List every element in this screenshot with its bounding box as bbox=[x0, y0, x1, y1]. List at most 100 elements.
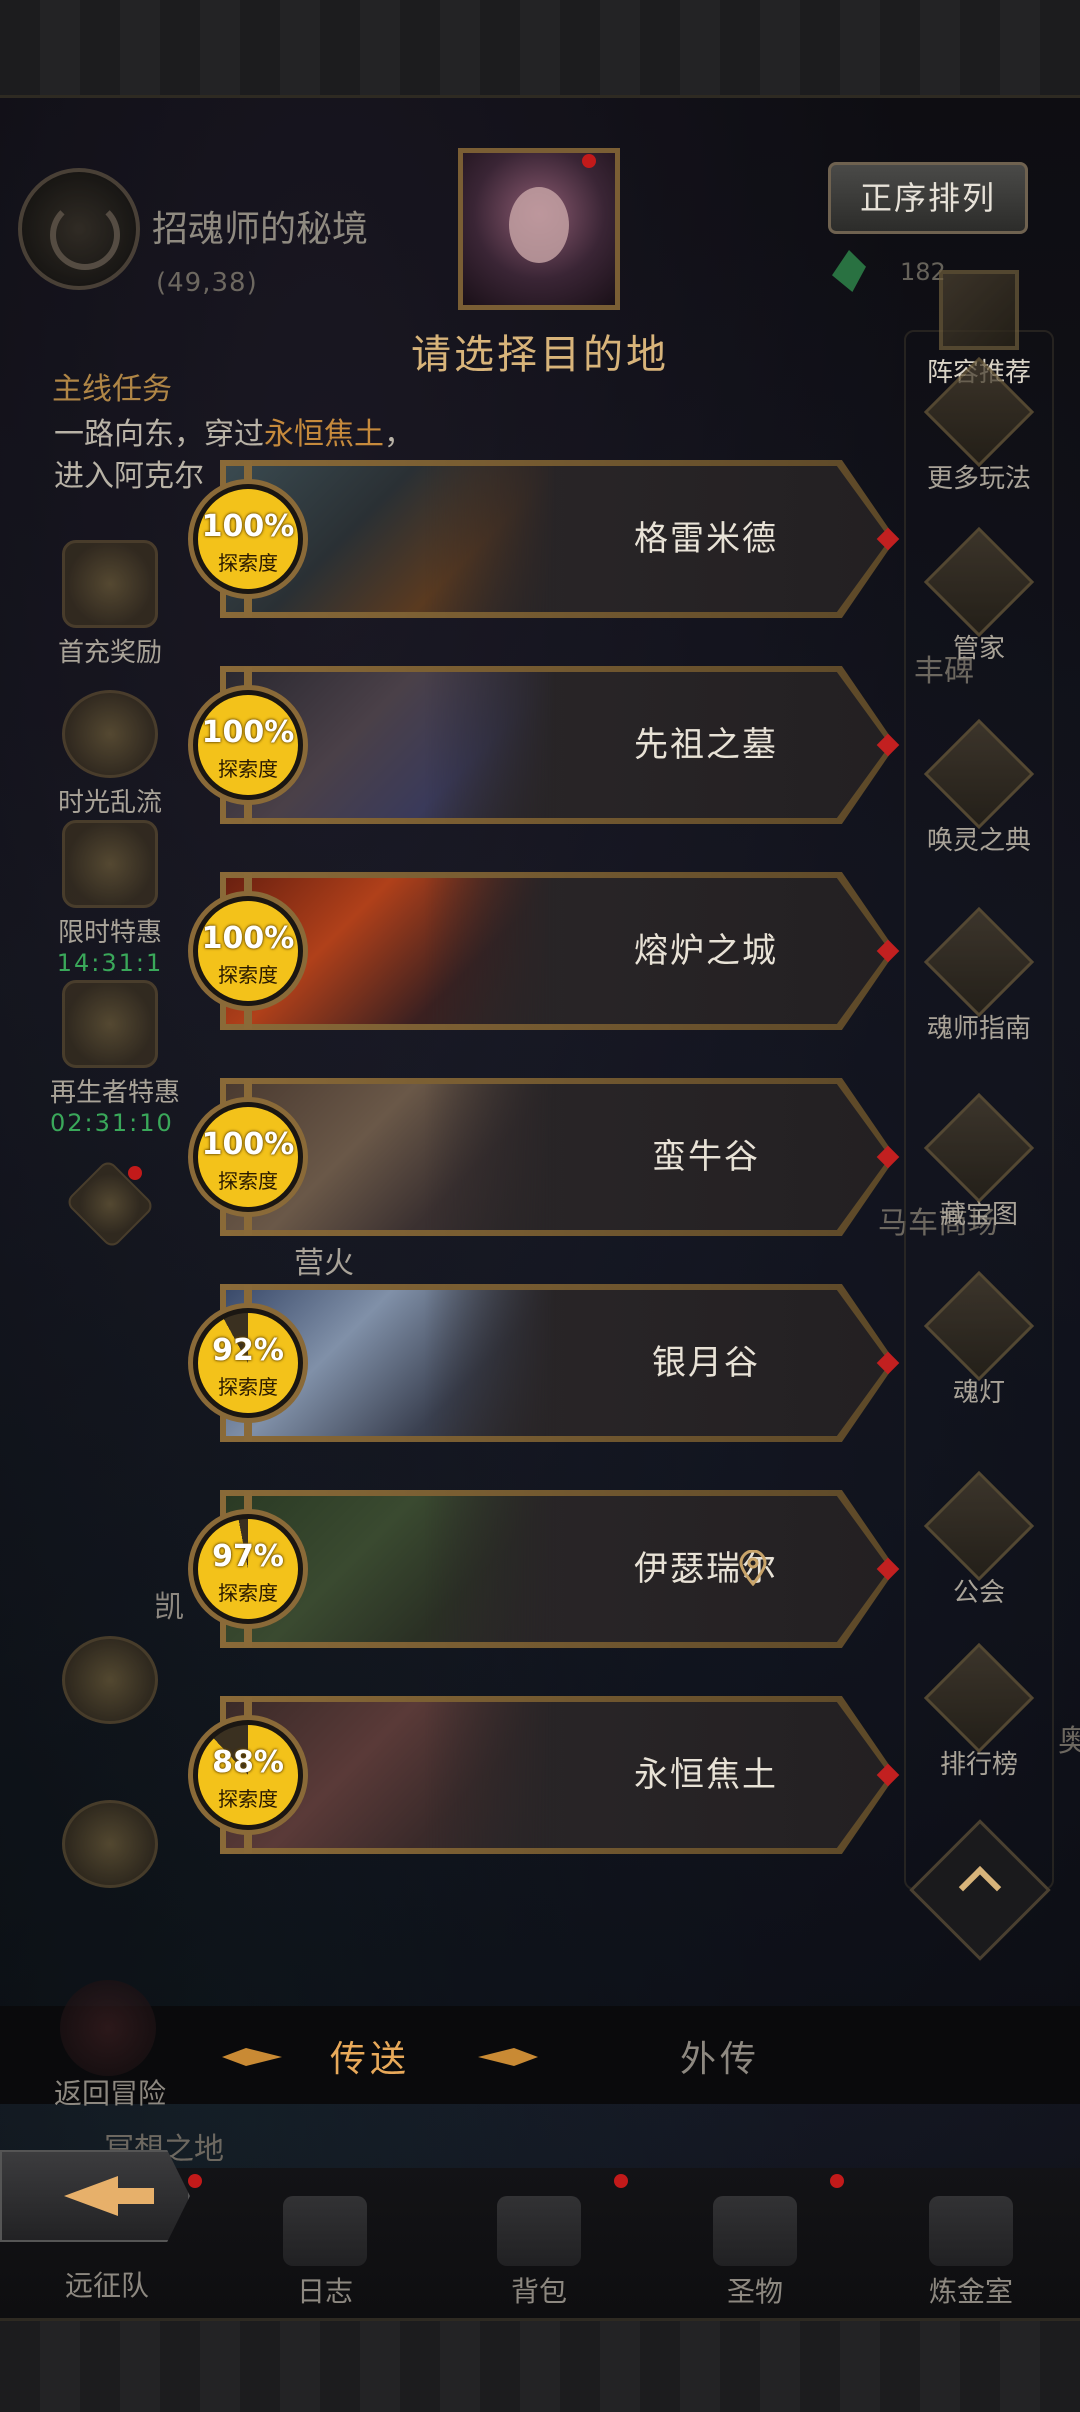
guild-crest-icon bbox=[923, 1470, 1035, 1582]
nav-journal[interactable]: 日志 bbox=[250, 2196, 400, 2310]
progress-percent: 100% bbox=[201, 921, 295, 956]
avatar-face bbox=[509, 187, 569, 263]
progress-label: 探索度 bbox=[218, 1581, 278, 1605]
tab-teleport[interactable]: 传送 bbox=[270, 2030, 470, 2082]
offer-timer: 02:31:10 bbox=[50, 1109, 174, 1137]
avatar-notification-dot bbox=[582, 154, 596, 168]
gift-crate-icon bbox=[923, 356, 1035, 468]
return-adventure-label[interactable]: 返回冒险 bbox=[54, 2072, 166, 2112]
quill-scroll-icon bbox=[923, 526, 1035, 638]
location-pin-icon bbox=[738, 1549, 768, 1587]
backpack-icon bbox=[497, 2196, 581, 2266]
kai-label: 凯 bbox=[154, 1590, 184, 1625]
left-icon-label: 再生者特惠 bbox=[50, 1078, 181, 1108]
nav-label: 日志 bbox=[296, 2275, 353, 2308]
player-avatar[interactable] bbox=[458, 148, 620, 310]
summoning-codex-button[interactable]: 唤灵之典 bbox=[914, 718, 1044, 857]
exploration-progress-badge: 92% 探索度 bbox=[188, 1285, 308, 1441]
trophy-card-icon bbox=[939, 270, 1019, 350]
shield-gift-button[interactable] bbox=[50, 1800, 170, 1888]
edge-label: 奥 bbox=[1058, 1724, 1080, 1759]
guide-badge-icon bbox=[923, 906, 1035, 1018]
destination-card[interactable]: 先祖之墓 bbox=[226, 672, 890, 818]
exploration-progress-badge: 97% 探索度 bbox=[188, 1491, 308, 1647]
quest-text-highlight: 永恒焦土 bbox=[264, 417, 384, 452]
angel-icon bbox=[62, 1636, 158, 1724]
book-icon bbox=[923, 718, 1035, 830]
nav-label: 背包 bbox=[510, 2275, 567, 2308]
destination-name: 熔炉之城 bbox=[634, 931, 778, 971]
progress-percent: 92% bbox=[212, 1333, 284, 1368]
left-icon-label: 限时特惠 bbox=[57, 918, 162, 948]
progress-label: 探索度 bbox=[218, 1375, 278, 1399]
progress-percent: 100% bbox=[201, 715, 295, 750]
notification-dot bbox=[830, 2174, 844, 2188]
nav-label: 炼金室 bbox=[928, 2275, 1013, 2308]
left-icon-label: 首充奖励 bbox=[57, 638, 162, 668]
quest-text-part1: 一路向东，穿过 bbox=[54, 417, 264, 452]
destination-name: 伊瑟瑞尔 bbox=[634, 1549, 778, 1589]
lamp-icon bbox=[923, 1270, 1035, 1382]
relic-icon bbox=[713, 2196, 797, 2266]
nav-expedition[interactable]: 远征队 bbox=[32, 2260, 182, 2304]
progress-percent: 100% bbox=[201, 509, 295, 544]
destination-name: 先祖之墓 bbox=[634, 725, 778, 765]
left-icon-label: 时光乱流 bbox=[57, 788, 162, 818]
expedition-home-button[interactable] bbox=[0, 2150, 190, 2242]
location-coordinates: (49,38) bbox=[156, 268, 258, 298]
destination-card[interactable]: 蛮牛谷 bbox=[226, 1084, 890, 1230]
campfire-label: 营火 bbox=[294, 1246, 354, 1281]
first-recharge-reward-button[interactable]: 首充奖励 bbox=[50, 540, 170, 669]
exploration-progress-badge: 100% 探索度 bbox=[188, 1079, 308, 1235]
time-rift-button[interactable]: 时光乱流 bbox=[50, 690, 170, 819]
notification-dot bbox=[614, 2174, 628, 2188]
notification-dot bbox=[188, 2174, 202, 2188]
dialog-title: 请选择目的地 bbox=[411, 332, 669, 378]
nav-label: 远征队 bbox=[64, 2269, 149, 2302]
destination-card[interactable]: 熔炉之城 bbox=[226, 878, 890, 1024]
soul-lamp-button[interactable]: 魂灯 bbox=[914, 1270, 1044, 1409]
gift-box-icon bbox=[62, 820, 158, 908]
destination-card[interactable]: 银月谷 bbox=[226, 1290, 890, 1436]
destination-card[interactable]: 伊瑟瑞尔 bbox=[226, 1496, 890, 1642]
progress-label: 探索度 bbox=[218, 1169, 278, 1193]
notification-dot bbox=[128, 1166, 142, 1180]
nav-relics[interactable]: 圣物 bbox=[680, 2196, 830, 2310]
location-emblem-icon[interactable] bbox=[18, 168, 140, 290]
more-gameplay-button[interactable]: 更多玩法 bbox=[914, 356, 1044, 495]
destination-card[interactable]: 格雷米德 bbox=[226, 466, 890, 612]
destination-name: 永恒焦土 bbox=[634, 1755, 778, 1795]
sort-order-button[interactable]: 正序排列 bbox=[828, 162, 1028, 234]
destination-card[interactable]: 永恒焦土 bbox=[226, 1702, 890, 1848]
tab-side-story[interactable]: 外传 bbox=[620, 2030, 820, 2082]
exploration-progress-badge: 100% 探索度 bbox=[188, 667, 308, 823]
offer-timer: 14:31:1 bbox=[56, 949, 164, 977]
wheat-emblem-button[interactable] bbox=[50, 1158, 170, 1250]
nav-backpack[interactable]: 背包 bbox=[464, 2196, 614, 2310]
trophy-icon bbox=[923, 1642, 1035, 1754]
journal-icon bbox=[283, 2196, 367, 2266]
exploration-progress-badge: 100% 探索度 bbox=[188, 461, 308, 617]
limited-offer-button[interactable]: 限时特惠 14:31:1 bbox=[50, 820, 170, 977]
shield-icon bbox=[62, 1800, 158, 1888]
quest-title[interactable]: 主线任务 bbox=[52, 364, 172, 408]
steward-button[interactable]: 管家 bbox=[914, 526, 1044, 665]
destination-name: 银月谷 bbox=[652, 1343, 760, 1383]
exploration-progress-badge: 88% 探索度 bbox=[188, 1697, 308, 1853]
gift-chest-icon bbox=[62, 540, 158, 628]
leaderboard-button[interactable]: 排行榜 bbox=[914, 1642, 1044, 1781]
nav-alchemy[interactable]: 炼金室 bbox=[896, 2196, 1046, 2310]
guild-button[interactable]: 公会 bbox=[914, 1470, 1044, 1609]
arrow-left-icon bbox=[64, 2176, 154, 2216]
soul-master-guide-button[interactable]: 魂师指南 bbox=[914, 906, 1044, 1045]
top-frame bbox=[0, 0, 1080, 98]
return-portal-icon[interactable] bbox=[60, 1980, 156, 2076]
progress-label: 探索度 bbox=[218, 963, 278, 987]
angel-statue-button[interactable] bbox=[50, 1636, 170, 1724]
progress-label: 探索度 bbox=[218, 1787, 278, 1811]
progress-percent: 97% bbox=[212, 1539, 284, 1574]
reborn-offer-button[interactable]: 再生者特惠 02:31:10 bbox=[50, 980, 181, 1137]
nav-label: 圣物 bbox=[726, 2275, 783, 2308]
treasure-map-button[interactable]: 藏宝图 bbox=[914, 1092, 1044, 1231]
progress-label: 探索度 bbox=[218, 551, 278, 575]
